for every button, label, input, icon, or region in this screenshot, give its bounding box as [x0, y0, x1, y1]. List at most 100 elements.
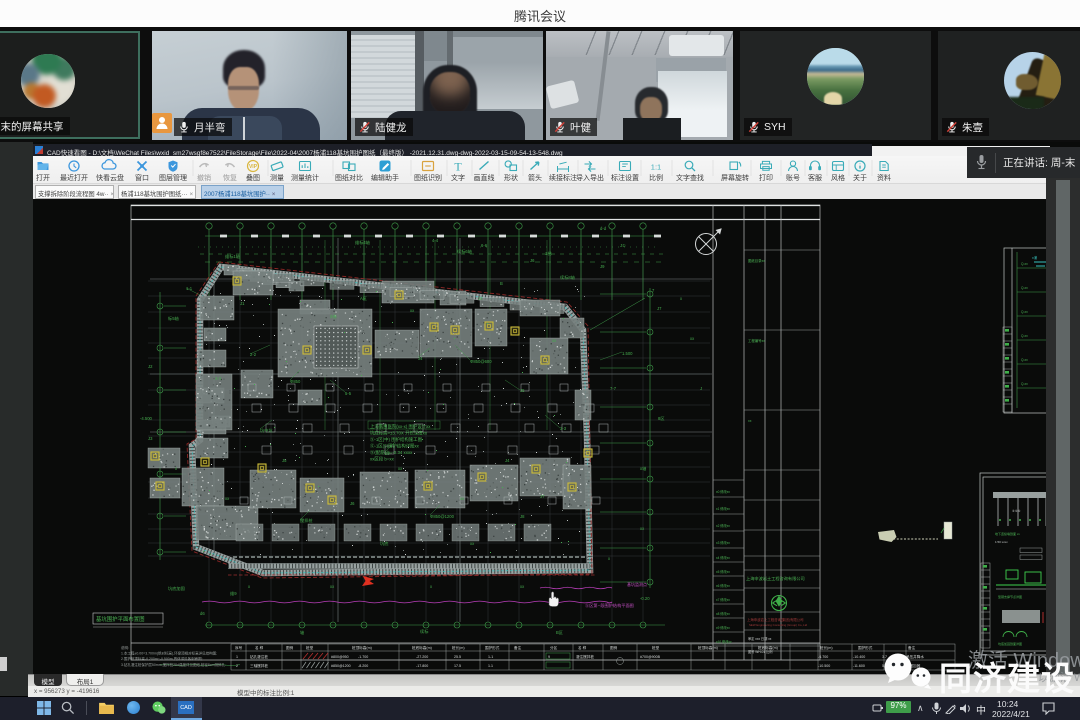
- svg-text:J7: J7: [540, 494, 545, 499]
- svg-text:⑤⑤⑤: ⑤⑤⑤: [1012, 509, 1021, 513]
- svg-text:2: 2: [236, 664, 238, 668]
- svg-text:x: x: [608, 556, 611, 561]
- svg-text:账号: 账号: [786, 173, 800, 182]
- svg-text:快看云盘: 快看云盘: [96, 173, 124, 182]
- svg-text:2-2: 2-2: [250, 352, 257, 357]
- svg-text:坑底加固: 坑底加固: [168, 585, 185, 592]
- svg-text:2.围护桩顶标高-0.200m~-0.500m,具体详见各剖: 2.围护桩顶标高-0.200m~-0.500m,具体详见各剖面图;: [121, 656, 203, 661]
- svg-text:Q-xx: Q-xx: [1021, 310, 1028, 314]
- svg-text:名 称: 名 称: [255, 645, 264, 650]
- svg-text:备注: 备注: [514, 645, 522, 650]
- svg-text:x3 修改xx: x3 修改xx: [716, 540, 730, 545]
- svg-text:Φ850@1200: Φ850@1200: [430, 514, 455, 519]
- svg-text:7-7: 7-7: [610, 386, 617, 391]
- svg-text:⑤-1区(中) 围护结构施工图: ⑤-1区(中) 围护结构施工图: [370, 436, 423, 443]
- svg-text:导入导出: 导入导出: [576, 173, 604, 182]
- svg-text:x: x: [248, 584, 251, 589]
- svg-text:文字: 文字: [451, 173, 465, 182]
- svg-text:J5: J5: [282, 458, 287, 463]
- svg-text:地下连续墙剖面 xx: 地下连续墙剖面 xx: [995, 531, 1020, 536]
- svg-text:SEW Engineering Consulting (Gr: SEW Engineering Consulting (Group) Co.,L…: [749, 623, 808, 627]
- svg-text:审定 xxx 日期 xx: 审定 xxx 日期 xx: [748, 636, 772, 641]
- svg-text:J2: J2: [478, 296, 483, 301]
- svg-text:-10.500: -10.500: [818, 664, 830, 668]
- svg-text:上海申波岩土工程咨询有限公司: 上海申波岩土工程咨询有限公司: [746, 575, 805, 582]
- svg-text:-6.700: -6.700: [818, 655, 828, 659]
- svg-text:桩顶标高(m): 桩顶标高(m): [352, 645, 372, 650]
- svg-text:6-6: 6-6: [481, 243, 488, 248]
- svg-text:续标8轴: 续标8轴: [560, 274, 575, 281]
- svg-text:桩型: 桩型: [306, 645, 314, 650]
- svg-text:灌注搅拌桩: 灌注搅拌桩: [576, 654, 594, 659]
- svg-text:⑤(配筋) h=-0.34 xxxx: ⑤(配筋) h=-0.34 xxxx: [370, 449, 413, 456]
- svg-text:-10.400: -10.400: [853, 655, 865, 659]
- svg-text:xx: xx: [748, 419, 752, 423]
- svg-text:d-d: d-d: [600, 226, 607, 231]
- svg-text:坑中坑: 坑中坑: [260, 427, 273, 434]
- svg-text:-11.600: -11.600: [853, 664, 865, 668]
- svg-text:图例: 图例: [610, 645, 618, 650]
- svg-text:-27.200: -27.200: [416, 655, 428, 659]
- svg-text:VIP: VIP: [249, 164, 258, 170]
- svg-text:#850@1200: #850@1200: [331, 664, 351, 668]
- svg-text:⑤区第--段围护结构平面图: ⑤区第--段围护结构平面图: [585, 602, 634, 609]
- svg-text:J6: J6: [530, 258, 535, 263]
- svg-text:图纸对比: 图纸对比: [335, 173, 363, 182]
- svg-text:x8 修改xx: x8 修改xx: [716, 611, 730, 616]
- svg-text:xx: xx: [330, 584, 335, 589]
- svg-text:x6 修改xx: x6 修改xx: [716, 583, 730, 588]
- svg-text:3-3: 3-3: [560, 426, 567, 431]
- svg-text:-4.500: -4.500: [140, 416, 153, 421]
- svg-text:x4 修改xx: x4 修改xx: [716, 555, 730, 560]
- svg-text:文字查找: 文字查找: [676, 173, 704, 182]
- svg-text:Φ850: Φ850: [290, 379, 301, 384]
- svg-text:1.本工程±0.00=3.700m(绝对标高),环梁顶相对标: 1.本工程±0.00=3.700m(绝对标高),环梁顶相对标高详见结构图;: [121, 651, 217, 656]
- svg-text:1梯: 1梯: [545, 250, 552, 257]
- svg-text:A区: A区: [360, 296, 367, 301]
- svg-text:x轴: x轴: [640, 465, 646, 472]
- svg-text:图纸识别: 图纸识别: [414, 173, 442, 182]
- svg-text:图例: 图例: [286, 645, 294, 650]
- svg-text:Q-xx: Q-xx: [1021, 358, 1028, 362]
- svg-text:比例: 比例: [649, 173, 663, 182]
- svg-text:围护形式: 围护形式: [858, 645, 873, 650]
- svg-text:#700@900B: #700@900B: [640, 655, 661, 659]
- svg-text:说明:: 说明:: [121, 645, 129, 650]
- svg-text:围护形式: 围护形式: [485, 645, 500, 650]
- svg-text:⑤-1区(5)围护结构详图xx: ⑤-1区(5)围护结构详图xx: [370, 443, 420, 450]
- svg-text:x1 修改xx: x1 修改xx: [716, 506, 730, 511]
- svg-text:J4: J4: [418, 356, 423, 361]
- svg-text:#800@950: #800@950: [331, 655, 349, 659]
- svg-text:续标: 续标: [420, 628, 428, 635]
- svg-text:Q-xx: Q-xx: [1021, 262, 1028, 266]
- svg-text:25.5: 25.5: [454, 655, 461, 659]
- svg-text:形状: 形状: [504, 173, 518, 182]
- svg-text:资料: 资料: [877, 173, 891, 182]
- svg-text:J7: J7: [657, 306, 662, 311]
- svg-text:4-4: 4-4: [432, 238, 439, 243]
- svg-text:箭头: 箭头: [528, 173, 542, 182]
- svg-text:桩顶标高(m): 桩顶标高(m): [698, 645, 718, 650]
- svg-text:-17.800: -17.800: [416, 664, 428, 668]
- svg-text:xx: xx: [225, 496, 230, 501]
- svg-text:xx: xx: [690, 336, 695, 341]
- svg-text:名 称: 名 称: [578, 645, 587, 650]
- svg-text:3.钻孔灌注桩保护层50mm,搅拌桩28d强度详见图纸,桩径: 3.钻孔灌注桩保护层50mm,搅拌桩28d强度详见图纸,桩径8cm测斜孔.: [121, 662, 226, 667]
- svg-text:xx: xx: [470, 541, 475, 546]
- svg-text:1: 1: [236, 655, 238, 659]
- svg-text:x: x: [430, 584, 433, 589]
- svg-text:J4: J4: [505, 458, 510, 463]
- svg-text:Q-xx: Q-xx: [1021, 286, 1028, 290]
- svg-text:维标4轴: 维标4轴: [355, 239, 370, 246]
- svg-text:-1.700: -1.700: [358, 655, 368, 659]
- svg-text:17.5: 17.5: [454, 664, 461, 668]
- svg-text:8区: 8区: [658, 416, 665, 421]
- svg-text:1:1: 1:1: [651, 163, 661, 172]
- svg-text:7: 7: [652, 288, 655, 293]
- svg-text:x7 修改xx: x7 修改xx: [716, 597, 730, 602]
- svg-text:屏幕旋转: 屏幕旋转: [721, 173, 749, 182]
- svg-text:客服: 客服: [808, 173, 822, 182]
- svg-text:叠图: 叠图: [246, 174, 260, 182]
- svg-text:xx区段 b=xx: xx区段 b=xx: [370, 456, 395, 463]
- svg-text:图纸目录xx: 图纸目录xx: [748, 258, 765, 263]
